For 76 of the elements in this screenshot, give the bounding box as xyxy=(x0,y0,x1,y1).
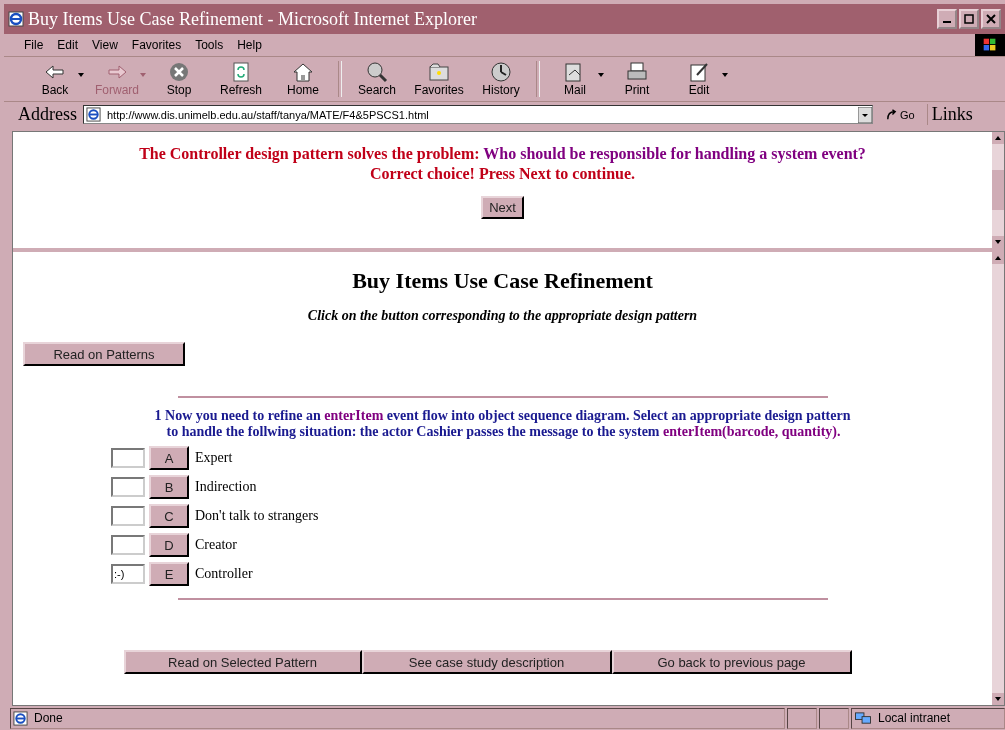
links-button[interactable]: Links xyxy=(926,104,973,125)
go-button[interactable]: Go xyxy=(879,108,921,121)
maximize-icon xyxy=(964,14,974,24)
nav-button[interactable]: See case study description xyxy=(361,650,612,674)
toolbar-button[interactable]: Print xyxy=(606,61,668,97)
read-patterns-button[interactable]: Read on Patterns xyxy=(23,342,185,366)
option-button[interactable]: B xyxy=(149,475,189,499)
scrollbar[interactable] xyxy=(992,132,1004,248)
answer-field[interactable] xyxy=(111,535,145,555)
home-icon xyxy=(291,61,315,83)
folder-icon xyxy=(427,61,451,83)
clock-icon xyxy=(489,61,513,83)
toolbar-button[interactable]: Refresh xyxy=(210,61,272,97)
next-button[interactable]: Next xyxy=(481,196,524,219)
question-text: to handle the follwing situation: the actor Cashier passes the message to the system enterItem(barcode, quantity). xyxy=(165,424,842,440)
toolbar-button[interactable]: Back xyxy=(24,61,86,97)
option-button[interactable]: A xyxy=(149,446,189,470)
edit-icon xyxy=(687,61,711,83)
option-label: Controller xyxy=(195,566,253,582)
maximize-button[interactable] xyxy=(959,9,979,29)
window-title: Buy Items Use Case Refinement - Microsoft Internet Explorer xyxy=(28,8,478,30)
address-field[interactable]: http://www.dis.unimelb.edu.au/staff/tanya/MATE/F4&5PSCS1.html xyxy=(83,105,873,124)
status-text: Done xyxy=(34,711,63,725)
option-label: Indirection xyxy=(195,479,257,495)
option-button[interactable]: E xyxy=(149,562,189,586)
option-label: Expert xyxy=(195,450,233,466)
menu-item[interactable]: Favorites xyxy=(131,38,182,52)
windows-logo-icon xyxy=(975,34,1005,56)
minimize-button[interactable] xyxy=(937,9,957,29)
page-icon xyxy=(13,710,28,726)
zone-text: Local intranet xyxy=(878,711,951,725)
page-icon xyxy=(86,107,101,122)
address-label: Address xyxy=(18,104,77,125)
feedback-text: Correct choice! Press Next to continue. xyxy=(369,164,636,184)
status-pane xyxy=(819,707,849,729)
search-icon xyxy=(365,61,389,83)
close-icon xyxy=(986,14,996,24)
menu-item[interactable]: File xyxy=(24,38,44,52)
toolbar-button[interactable]: Stop xyxy=(148,61,210,97)
answer-field[interactable]: :-) xyxy=(111,564,145,584)
toolbar-button[interactable]: Edit xyxy=(668,61,730,97)
printer-icon xyxy=(625,61,649,83)
answer-field[interactable] xyxy=(111,448,145,468)
network-icon xyxy=(854,710,872,726)
toolbar-button[interactable]: History xyxy=(470,61,532,97)
minimize-icon xyxy=(943,21,951,23)
menu-item[interactable]: View xyxy=(92,38,118,52)
feedback-text: The Controller design pattern solves the problem: Who should be responsible for handling a system event? xyxy=(139,144,866,164)
stop-icon xyxy=(167,61,191,83)
instruction-text: Click on the button corresponding to the appropriate design pattern xyxy=(307,308,698,324)
question-text: 1 Now you need to refine an enterItem event flow into object sequence diagram. Select an appropriate design pattern xyxy=(154,408,851,424)
dropdown-icon[interactable] xyxy=(858,106,872,123)
option-button[interactable]: C xyxy=(149,504,189,528)
toolbar-button[interactable]: Search xyxy=(346,61,408,97)
arrow-icon xyxy=(885,108,898,121)
answer-field[interactable] xyxy=(111,477,145,497)
nav-button[interactable]: Go back to previous page xyxy=(611,650,852,674)
toolbar-button[interactable]: Favorites xyxy=(408,61,470,97)
nav-button[interactable]: Read on Selected Pattern xyxy=(123,650,362,674)
caret-icon[interactable] xyxy=(722,73,728,77)
toolbar-button[interactable]: Home xyxy=(272,61,334,97)
page-heading: Buy Items Use Case Refinement xyxy=(352,268,653,294)
caret-icon[interactable] xyxy=(78,73,84,77)
option-label: Creator xyxy=(195,537,237,553)
toolbar-button[interactable]: Mail xyxy=(544,61,606,97)
scrollbar[interactable] xyxy=(992,252,1004,705)
caret-icon[interactable] xyxy=(598,73,604,77)
browser-icon xyxy=(8,11,24,27)
option-label: Don't talk to strangers xyxy=(195,508,319,524)
menu-item[interactable]: Edit xyxy=(57,38,79,52)
menu-item[interactable]: Help xyxy=(237,38,262,52)
menu-item[interactable]: Tools xyxy=(195,38,224,52)
option-button[interactable]: D xyxy=(149,533,189,557)
close-button[interactable] xyxy=(981,9,1001,29)
status-pane xyxy=(787,707,817,729)
answer-field[interactable] xyxy=(111,506,145,526)
